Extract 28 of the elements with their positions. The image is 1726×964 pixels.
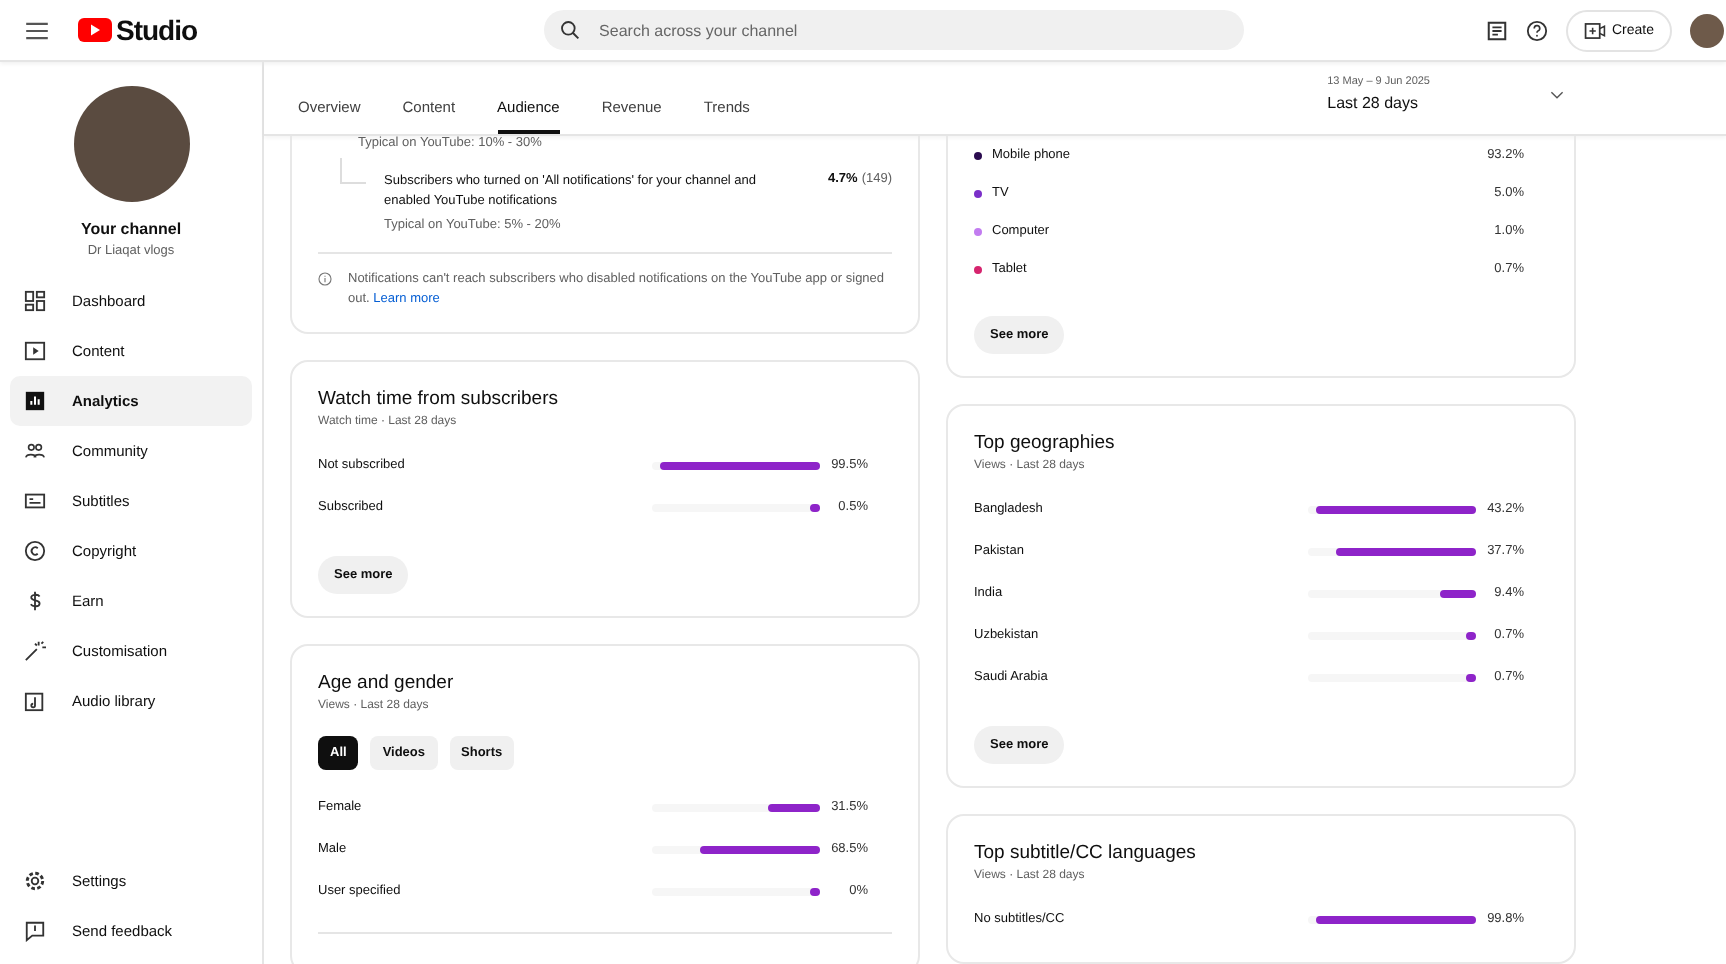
card-title: Top subtitle/CC languages: [974, 842, 1198, 864]
card-title: Watch time from subscribers: [318, 388, 561, 410]
menu-icon[interactable]: [26, 21, 48, 39]
search-icon: [559, 20, 580, 40]
subtitles-icon: [24, 490, 46, 512]
play-square-icon: [24, 340, 46, 362]
people-icon: [24, 440, 46, 462]
channel-title: Your channel: [78, 220, 184, 238]
add-video-icon: [1583, 21, 1606, 39]
gear-icon: [24, 870, 46, 892]
messages-icon[interactable]: [1485, 19, 1508, 41]
dollar-icon: [24, 590, 46, 612]
card-title: Top geographies: [974, 432, 1117, 454]
logo-text: Studio: [116, 14, 198, 46]
chevron-down-icon: [1550, 89, 1564, 99]
account-avatar[interactable]: [1690, 13, 1724, 47]
copyright-icon: [24, 540, 46, 562]
date-range-label: Last 28 days: [1327, 94, 1420, 112]
music-note-icon: [24, 690, 46, 712]
feedback-icon: [24, 920, 46, 942]
info-icon: [318, 272, 332, 286]
bar-chart-icon: [24, 390, 46, 412]
help-icon[interactable]: [1525, 19, 1548, 41]
search-field[interactable]: Search across your channel: [543, 10, 1244, 50]
magic-wand-icon: [24, 640, 46, 662]
card-title: Age and gender: [318, 672, 456, 694]
play-logo-icon: [78, 18, 112, 42]
grid-icon: [24, 290, 46, 312]
